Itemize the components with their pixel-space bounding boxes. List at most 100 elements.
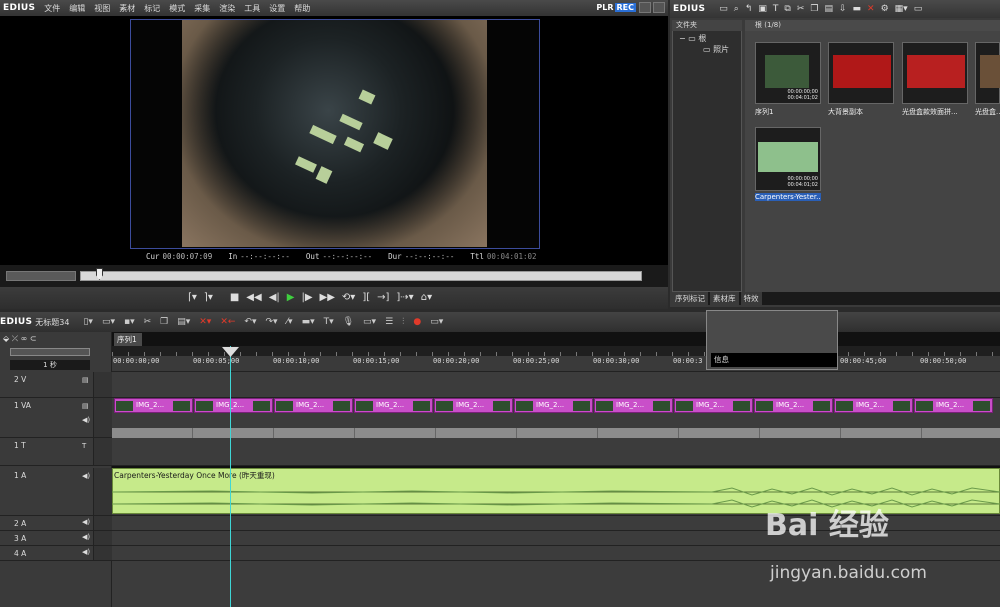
set-in-icon[interactable]: ⌈▾ xyxy=(188,293,197,303)
copy-icon[interactable]: ❐ xyxy=(810,4,818,14)
track-header-a1[interactable]: 1 A ◀) xyxy=(0,468,112,516)
menu-file[interactable]: 文件 xyxy=(44,3,60,14)
timeline-icon[interactable]: ▬ xyxy=(853,4,862,14)
folder-root[interactable]: − ▭ 根 xyxy=(679,33,706,44)
output-icon[interactable]: ⌂▾ xyxy=(421,293,432,303)
title-icon[interactable]: T▾ xyxy=(324,317,334,327)
transition-icon[interactable]: ▬▾ xyxy=(302,317,315,327)
menu-icon[interactable]: ▭▾ xyxy=(430,317,443,327)
new-sequence-icon[interactable]: ▯▾ xyxy=(83,317,92,327)
clip-image[interactable] xyxy=(975,42,1000,104)
search-icon[interactable]: ⌕ xyxy=(734,4,739,14)
track-a4[interactable] xyxy=(112,546,1000,561)
clip-name[interactable]: 光盘盒... xyxy=(975,107,1000,117)
video-clip[interactable]: IMG_2... xyxy=(674,398,753,413)
speaker-icon[interactable]: ◀) xyxy=(82,533,90,541)
plr-label[interactable]: PLR xyxy=(596,3,613,12)
shuttle-slider[interactable] xyxy=(6,271,76,281)
sequence-tab[interactable]: 序列1 xyxy=(114,333,142,346)
menu-marker[interactable]: 标记 xyxy=(144,3,160,14)
zoom-slider[interactable] xyxy=(10,348,90,356)
menu-tools[interactable]: 工具 xyxy=(244,3,260,14)
clip-audio[interactable]: 00:00:00;00 00:04:01;02 xyxy=(755,127,821,191)
track-t1[interactable] xyxy=(112,438,1000,466)
delete-icon[interactable]: ✕▾ xyxy=(199,317,211,327)
voice-over-icon[interactable]: 🎙 xyxy=(343,317,354,327)
speaker-icon[interactable]: ◀) xyxy=(82,518,90,526)
clip-image[interactable] xyxy=(902,42,968,104)
undo-icon[interactable]: ↶▾ xyxy=(244,317,256,327)
fast-forward-icon[interactable]: ▶▶ xyxy=(320,293,335,303)
copy-icon[interactable]: ❐ xyxy=(160,317,168,327)
menu-view[interactable]: 视图 xyxy=(94,3,110,14)
track-icon[interactable]: ▤ xyxy=(82,376,89,384)
step-forward-icon[interactable]: |▶ xyxy=(301,293,312,303)
add-to-timeline-icon[interactable]: ⇩ xyxy=(839,4,847,14)
position-bar[interactable] xyxy=(80,271,642,281)
export-icon[interactable]: ▭▾ xyxy=(363,317,376,327)
properties-icon[interactable]: ⚙ xyxy=(881,4,889,14)
speaker-icon[interactable]: ◀) xyxy=(82,472,90,480)
video-clip[interactable]: IMG_2... xyxy=(354,398,433,413)
track-header-v2[interactable]: 2 V ▤ xyxy=(0,372,112,398)
title-track-icon[interactable]: T xyxy=(82,442,86,450)
up-folder-icon[interactable]: ↰ xyxy=(745,4,753,14)
close-button[interactable] xyxy=(653,2,665,13)
menu-help[interactable]: 帮助 xyxy=(294,3,310,14)
open-icon[interactable]: ▭▾ xyxy=(102,317,115,327)
video-icon[interactable]: ▤ xyxy=(82,402,89,410)
loop-icon[interactable]: ⟲▾ xyxy=(342,293,355,303)
capture-icon[interactable]: ⧉ xyxy=(784,4,790,14)
playhead-line[interactable] xyxy=(230,346,231,607)
clip-name[interactable]: 大背景副本 xyxy=(828,107,894,117)
play-icon[interactable]: ▶ xyxy=(287,293,295,303)
video-clip[interactable]: IMG_2... xyxy=(194,398,273,413)
speaker-icon[interactable]: ◀) xyxy=(82,548,90,556)
video-clip[interactable]: IMG_2... xyxy=(594,398,673,413)
video-clip[interactable]: IMG_2... xyxy=(434,398,513,413)
plr-rec-switch[interactable]: PLR REC xyxy=(596,3,636,12)
insert-icon[interactable]: ][ xyxy=(362,293,370,303)
clip-image[interactable] xyxy=(828,42,894,104)
title-icon[interactable]: T xyxy=(773,4,779,14)
cut-icon[interactable]: ✂ xyxy=(797,4,805,14)
paste-icon[interactable]: ▤ xyxy=(824,4,833,14)
cut-icon[interactable]: ✂ xyxy=(144,317,152,327)
bin-menu-icon[interactable]: ▭ xyxy=(914,4,923,14)
video-clip[interactable]: IMG_2... xyxy=(514,398,593,413)
rewind-icon[interactable]: ◀◀ xyxy=(246,293,261,303)
timescale-select[interactable]: 1 秒 xyxy=(10,360,90,370)
clip-name-selected[interactable]: Carpenters-Yester... xyxy=(755,193,821,201)
paste-icon[interactable]: ▤▾ xyxy=(177,317,190,327)
replace-icon[interactable]: ]⇢▾ xyxy=(396,293,413,303)
mixer-icon[interactable]: ⫶ xyxy=(402,317,404,327)
tab-bin[interactable]: 素材库 xyxy=(710,292,739,305)
track-header-a3[interactable]: 3 A ◀) xyxy=(0,531,112,546)
overwrite-icon[interactable]: →] xyxy=(377,293,389,303)
clip-name[interactable]: 序列1 xyxy=(755,107,821,117)
clip-sequence[interactable]: 00:00:00;00 00:04:01;02 xyxy=(755,42,821,104)
ripple-delete-icon[interactable]: ✕← xyxy=(220,317,235,327)
menu-capture[interactable]: 采集 xyxy=(194,3,210,14)
menu-mode[interactable]: 模式 xyxy=(169,3,185,14)
tab-sequence-markers[interactable]: 序列标记 xyxy=(672,292,708,305)
minimize-button[interactable] xyxy=(639,2,651,13)
menu-settings[interactable]: 设置 xyxy=(269,3,285,14)
redo-icon[interactable]: ↷▾ xyxy=(265,317,277,327)
track-header-a2[interactable]: 2 A ◀) xyxy=(0,516,112,531)
step-back-icon[interactable]: ◀| xyxy=(269,293,280,303)
stop-icon[interactable]: ■ xyxy=(230,293,239,303)
set-out-icon[interactable]: ⌉▾ xyxy=(204,293,213,303)
folder-photos[interactable]: ▭ 照片 xyxy=(703,44,729,55)
video-clip[interactable]: IMG_2... xyxy=(914,398,993,413)
cut-point-icon[interactable]: ⁄▾ xyxy=(287,317,293,327)
video-clip[interactable]: IMG_2... xyxy=(754,398,833,413)
menu-edit[interactable]: 编辑 xyxy=(69,3,85,14)
tab-effects[interactable]: 特效 xyxy=(740,292,762,305)
menu-clip[interactable]: 素材 xyxy=(119,3,135,14)
delete-icon[interactable]: ✕ xyxy=(867,4,875,14)
menu-render[interactable]: 渲染 xyxy=(219,3,235,14)
view-icon[interactable]: ▦▾ xyxy=(895,4,908,14)
open-clip-icon[interactable]: ▣ xyxy=(758,4,767,14)
track-header-va1[interactable]: 1 VA ▤ ◀) xyxy=(0,398,112,438)
